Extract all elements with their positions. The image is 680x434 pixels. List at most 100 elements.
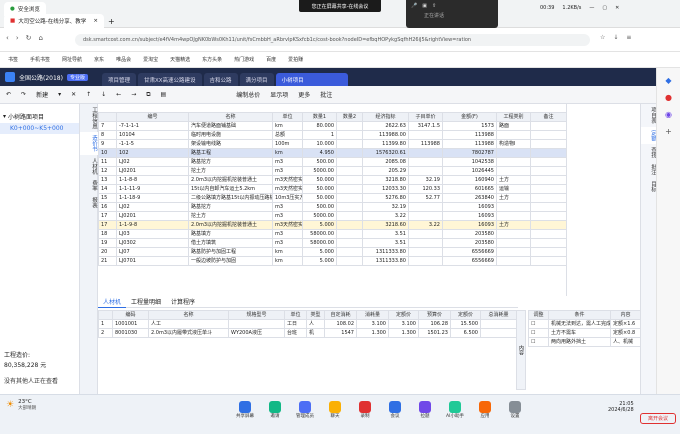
taskbar-app[interactable]: 共享屏幕 — [235, 401, 255, 419]
table-row[interactable]: 151-1-18-9二级公路填方路基15t以内振动压路机碾压土方10m3压实方5… — [98, 193, 567, 203]
sidebar-app-icon[interactable]: ◆ — [657, 76, 680, 85]
cell-idx[interactable]: 3.51 — [362, 229, 409, 239]
cell-note[interactable] — [530, 175, 567, 185]
table-row[interactable]: 12 LJ0201 挖土方 m3 5000.00 205.29 1026445 — [98, 166, 567, 176]
app-tab[interactable]: 吉和公路 — [203, 73, 238, 86]
cell-name[interactable]: 借土方填筑 — [188, 238, 273, 248]
taskbar-app[interactable]: 设置 — [505, 401, 525, 419]
tab-search[interactable]: 查找 — [641, 144, 657, 161]
cell-name[interactable]: 15t以内自卸汽车运土5.2km — [188, 184, 273, 194]
app-tab-active[interactable]: 小树项目 — [275, 73, 348, 86]
cell-code[interactable]: LJ02 — [116, 202, 189, 212]
cell-n[interactable]: 10 — [98, 148, 117, 158]
tab-comment[interactable]: 批注 — [641, 161, 657, 178]
table-row[interactable]: 9 -1-1-5 架设输电线路 100m 10.000 11399.80 113988 113… — [98, 139, 567, 149]
maximize-icon[interactable]: ▢ — [602, 5, 607, 11]
tree-root[interactable]: ▾ 小树路面项目 — [0, 104, 79, 123]
cell-q1[interactable]: 5000.00 — [302, 166, 337, 176]
copy-icon[interactable]: ⧉ — [146, 91, 150, 99]
cell-q1[interactable]: 1 — [302, 130, 337, 140]
cell-unit[interactable]: m3 — [272, 238, 303, 248]
tab-quantity-detail[interactable]: 工程量明细 — [126, 296, 166, 308]
cell-n[interactable]: 13 — [98, 175, 117, 185]
app-tab[interactable]: 甘肃XX高速公路建设 — [137, 73, 202, 86]
browser-tab-active[interactable]: ■ 大司空公路-在线分享、教学 × — [4, 14, 104, 28]
cell-q2[interactable] — [336, 157, 363, 167]
cell-price[interactable]: 113988 — [408, 139, 443, 149]
cell-code[interactable]: 102 — [116, 148, 189, 158]
tab-labor-materials[interactable]: 人材机 — [98, 296, 127, 308]
cell-name[interactable]: 汽车便道路面铺基础 — [188, 121, 273, 131]
sidebar-red-icon[interactable]: ● — [657, 93, 680, 102]
cell-name[interactable]: 一般边坡防护与加固 — [188, 256, 273, 266]
bookmark-item[interactable]: 爱淘宝 — [143, 56, 158, 63]
cell-q1[interactable]: 10.000 — [302, 139, 337, 149]
table-row[interactable]: 20 LJ07 路基防护与加固工程 km 5.000 1311333.80 6556669 — [98, 247, 567, 257]
cell-unit[interactable]: m3 — [272, 166, 303, 176]
cell-q2[interactable] — [336, 175, 363, 185]
bookmark-item[interactable]: 热门游戏 — [234, 56, 254, 63]
cell-price[interactable] — [408, 211, 443, 221]
cell-cls[interactable] — [496, 238, 531, 248]
cell-name[interactable]: 路基工程 — [188, 148, 273, 158]
taskbar-app[interactable]: 录制 — [355, 401, 375, 419]
minimize-icon[interactable]: — — [589, 5, 594, 11]
cell-n[interactable]: 15 — [98, 193, 117, 203]
meeting-floating-panel[interactable]: 🎤 ▣ ⇪ 正在讲话 — [406, 0, 498, 28]
cell-idx[interactable]: 113988.00 — [362, 130, 409, 140]
cell-q2[interactable] — [336, 211, 363, 221]
left-icon[interactable]: ← — [116, 91, 121, 98]
url-input[interactable]: dsk.smartcost.com.cn/subject/e4fV4m4wpOJ… — [75, 34, 590, 46]
resource-cell[interactable]: WY200A液压 — [228, 328, 285, 338]
display-button[interactable]: 显示项 — [270, 90, 288, 99]
resource-cell[interactable]: 108.02 — [324, 319, 357, 329]
chevron-down-icon[interactable]: ▾ — [3, 113, 6, 120]
bookmark-item[interactable]: 唯品会 — [116, 56, 131, 63]
cell-amt[interactable]: 7802787 — [442, 148, 497, 158]
cell-amt[interactable]: 113988 — [442, 139, 497, 149]
cell-code[interactable]: LJ0302 — [116, 238, 189, 248]
cell-n[interactable]: 11 — [98, 157, 117, 167]
cell-code[interactable]: -7-1-1-1 — [116, 121, 189, 131]
share-icon[interactable]: ⇪ — [432, 3, 436, 9]
cell-q1[interactable]: 5000.00 — [302, 211, 337, 221]
cell-amt[interactable]: 1573 — [442, 121, 497, 131]
cell-amt[interactable]: 1026445 — [442, 166, 497, 176]
cell-q2[interactable] — [336, 193, 363, 203]
cell-price[interactable] — [408, 157, 443, 167]
bookmark-item[interactable]: 东方头条 — [202, 56, 222, 63]
cell-cls[interactable]: 路面 — [496, 121, 531, 131]
table-row[interactable]: 19 LJ0302 借土方填筑 m3 58000.00 3.51 203580 — [98, 238, 567, 248]
undo-icon[interactable]: ↶ — [6, 91, 11, 98]
resource-cell[interactable]: 1547 — [324, 328, 357, 338]
cell-cls[interactable] — [496, 130, 531, 140]
taskbar-app[interactable]: 聊天 — [325, 401, 345, 419]
sidebar-add-icon[interactable]: + — [657, 127, 680, 136]
cell-q2[interactable] — [336, 229, 363, 239]
taskbar-app[interactable]: AI小助手 — [445, 401, 465, 419]
cell-cls[interactable] — [496, 157, 531, 167]
taskbar-app[interactable]: 邀请 — [265, 401, 285, 419]
resource-cell[interactable]: 106.28 — [418, 319, 451, 329]
cell-code[interactable]: 1-1-9-8 — [116, 220, 189, 230]
cell-name[interactable]: 路基挖方 — [188, 157, 273, 167]
cell-code[interactable]: LJ0201 — [116, 211, 189, 221]
annotate-button[interactable]: 批注 — [320, 90, 332, 99]
resource-row[interactable]: 2 8001030 2.0m3以内履带式液压单斗 WY200A液压 台班机 1547 1.3… — [98, 328, 517, 338]
cell-q1[interactable]: 50.000 — [302, 184, 337, 194]
cell-n[interactable]: 17 — [98, 220, 117, 230]
table-row[interactable]: 17 LJ0201 挖土方 m3 5000.00 3.22 16093 — [98, 211, 567, 221]
cell-name[interactable]: 2.0m3以内挖掘机挖装普通土 — [188, 220, 273, 230]
cell-n[interactable]: 16 — [98, 202, 117, 212]
table-row[interactable]: 21 LJ0701 一般边坡防护与加固 km 5.000 1311333.80 655666… — [98, 256, 567, 266]
cell-price[interactable] — [408, 166, 443, 176]
table-row[interactable]: 16 LJ02 路基挖方 m3 500.00 32.19 16093 — [98, 202, 567, 212]
cell-name[interactable]: 挖土方 — [188, 211, 273, 221]
download-icon[interactable]: ↓ — [613, 34, 618, 41]
taskbar-app[interactable]: 拉题 — [415, 401, 435, 419]
refresh-icon[interactable]: ↻ — [26, 34, 32, 42]
close-icon[interactable]: × — [93, 18, 98, 24]
adjust-row[interactable]: ☐ 土方不需车 定额×0.8 — [528, 328, 641, 338]
cell-q1[interactable]: 5.000 — [302, 256, 337, 266]
forward-icon[interactable]: › — [16, 34, 19, 42]
